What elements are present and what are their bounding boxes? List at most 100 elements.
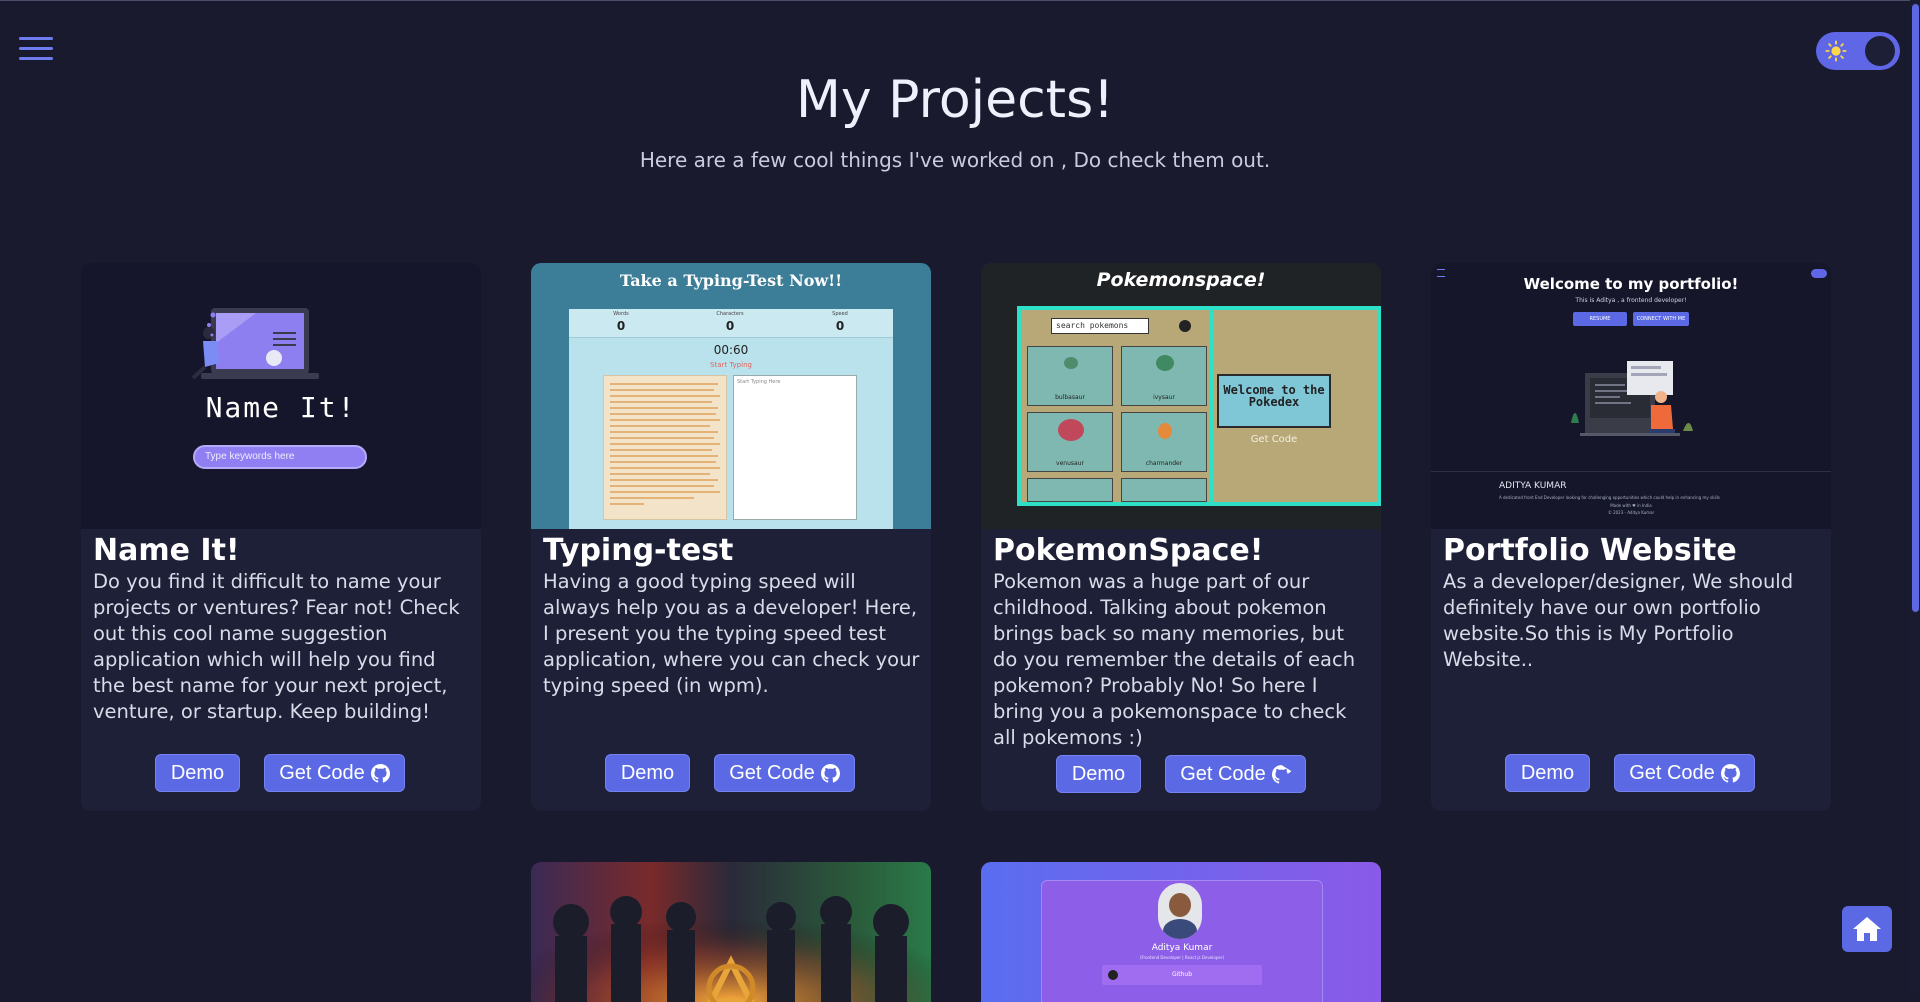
typing-sample-text xyxy=(603,375,727,520)
pokedex-welcome: Welcome to the Pokedex xyxy=(1217,374,1331,428)
get-code-button[interactable]: Get Code xyxy=(714,754,855,792)
demo-button-label: Demo xyxy=(1520,761,1575,784)
pokemon-card: bulbasaur xyxy=(1027,346,1113,406)
github-icon xyxy=(820,763,840,783)
avengers-thumbnail xyxy=(531,862,931,1002)
pokemon-sprite xyxy=(1058,419,1084,441)
typing-timer: 00:60 xyxy=(713,343,749,357)
pokemon-name: venusaur xyxy=(1056,460,1084,467)
pokemon-card: charmander xyxy=(1121,412,1207,472)
project-card-linktree[interactable]: Aditya Kumar (Frontend Developer | React… xyxy=(981,862,1381,1002)
linktree-role: (Frontend Developer | React js Developer… xyxy=(1139,955,1225,960)
sun-icon xyxy=(1825,40,1847,62)
pokedex-welcome-panel: Welcome to the Pokedex Get Code xyxy=(1213,310,1377,502)
project-card-avengers[interactable] xyxy=(531,862,931,1002)
stat-label: Characters xyxy=(716,311,744,317)
project-title: Portfolio Website xyxy=(1443,533,1737,568)
pokemon-card xyxy=(1027,478,1113,502)
thumb-footer-made: Made with ♥ in India xyxy=(1610,503,1652,508)
pokemon-name: charmander xyxy=(1145,460,1183,467)
demo-button[interactable]: Demo xyxy=(1505,754,1590,792)
github-icon xyxy=(1720,763,1740,783)
linktree-panel: Aditya Kumar (Frontend Developer | React… xyxy=(1041,880,1323,1002)
thumb-heading: Name It! xyxy=(205,391,357,424)
project-thumbnail[interactable]: Welcome to my portfolio! This is Aditya … xyxy=(1431,263,1831,529)
pokemon-card: venusaur xyxy=(1027,412,1113,472)
thumb-heading: Welcome to my portfolio! xyxy=(1523,275,1739,293)
github-icon xyxy=(370,763,390,783)
project-description: As a developer/designer, We should defin… xyxy=(1443,570,1794,671)
linktree-name: Aditya Kumar xyxy=(1151,943,1213,953)
pokemon-card: ivysaur xyxy=(1121,346,1207,406)
stat-value: 0 xyxy=(725,319,735,333)
project-card-pokemonspace: Pokemonspace! search pokemons bulbasaur … xyxy=(981,263,1381,811)
get-code-button[interactable]: Get Code xyxy=(264,754,405,792)
menu-icon[interactable] xyxy=(19,37,53,61)
project-thumbnail[interactable]: Name It! Type keywords here xyxy=(81,263,481,529)
demo-button[interactable]: Demo xyxy=(1056,755,1141,793)
project-thumbnail[interactable]: Take a Typing-Test Now!! Words 0 Charact… xyxy=(531,263,931,529)
thumb-footer-copy: © 2023 - Aditya Kumar xyxy=(1607,510,1655,515)
typing-start-text: Start Typing xyxy=(710,361,752,369)
get-code-button[interactable]: Get Code xyxy=(1165,755,1306,793)
project-thumbnail[interactable]: Pokemonspace! search pokemons bulbasaur … xyxy=(981,263,1381,529)
scrollbar-thumb[interactable] xyxy=(1912,4,1919,612)
demo-button[interactable]: Demo xyxy=(155,754,240,792)
pokemon-search: search pokemons xyxy=(1051,318,1149,334)
pokedex-frame: search pokemons bulbasaur ivysaur venusa… xyxy=(1017,306,1381,506)
thumb-footer-name: ADITYA KUMAR xyxy=(1499,481,1567,491)
github-icon xyxy=(1108,970,1118,980)
toggle-knob xyxy=(1865,36,1895,66)
sample-text-lines xyxy=(610,383,720,505)
project-title: PokemonSpace! xyxy=(993,533,1264,568)
get-code-button-label: Get Code xyxy=(1180,762,1266,785)
pokemon-name: bulbasaur xyxy=(1055,394,1085,401)
project-title: Typing-test xyxy=(543,533,734,568)
thumb-resume-button: RESUME xyxy=(1573,312,1627,326)
pokedex-grid: search pokemons bulbasaur ivysaur venusa… xyxy=(1021,310,1209,502)
github-icon xyxy=(1179,320,1191,332)
linktree-github-link: Github xyxy=(1102,965,1262,985)
typing-panel: Words 0 Characters 0 Speed 0 00:60 Start… xyxy=(569,309,893,529)
project-card-name-it: Name It! Type keywords here Name It! Do … xyxy=(81,263,481,811)
typing-textarea: Start Typing Here xyxy=(733,375,857,520)
get-code-button-label: Get Code xyxy=(729,761,815,784)
stat-label: Words xyxy=(613,311,629,317)
pokedex-get-code: Get Code xyxy=(1250,434,1298,445)
pokemon-sprite xyxy=(1064,357,1078,369)
github-icon xyxy=(1271,764,1291,784)
project-card-portfolio: Welcome to my portfolio! This is Aditya … xyxy=(1431,263,1831,811)
project-description: Pokemon was a huge part of our childhood… xyxy=(993,570,1356,749)
pokemon-sprite xyxy=(1158,423,1172,439)
thumb-heading: Take a Typing-Test Now!! xyxy=(619,271,843,290)
get-code-button-label: Get Code xyxy=(1629,761,1715,784)
page-title: My Projects! xyxy=(795,70,1115,130)
demo-button[interactable]: Demo xyxy=(605,754,690,792)
project-title: Name It! xyxy=(93,533,240,568)
stat-value: 0 xyxy=(835,319,845,333)
thumb-divider xyxy=(1431,471,1831,472)
demo-button-label: Demo xyxy=(170,761,225,784)
thumb-footer-text: A dedicated front End Developer looking … xyxy=(1499,495,1720,500)
project-description: Do you find it difficult to name your pr… xyxy=(93,570,460,723)
home-button[interactable] xyxy=(1842,906,1892,952)
avatar xyxy=(1158,883,1202,939)
top-border xyxy=(0,0,1920,1)
thumb-tagline: This is Aditya , a frontend developer! xyxy=(1575,297,1687,304)
page-subtitle: Here are a few cool things I've worked o… xyxy=(639,148,1271,172)
typing-stats: Words 0 Characters 0 Speed 0 xyxy=(569,309,893,338)
demo-button-label: Demo xyxy=(1071,762,1126,785)
home-icon xyxy=(1853,917,1881,941)
get-code-button[interactable]: Get Code xyxy=(1614,754,1755,792)
stat-value: 0 xyxy=(616,319,626,333)
pokemon-sprite xyxy=(1156,355,1174,371)
scrollbar[interactable] xyxy=(1910,0,1920,992)
pokemon-card xyxy=(1121,478,1207,502)
theme-toggle[interactable] xyxy=(1816,32,1900,70)
stat-label: Speed xyxy=(832,311,848,317)
thumb-connect-button: CONNECT WITH ME xyxy=(1633,312,1689,326)
project-card-typing-test: Take a Typing-Test Now!! Words 0 Charact… xyxy=(531,263,931,811)
thumb-heading: Pokemonspace! xyxy=(1096,269,1266,291)
pokemon-name: ivysaur xyxy=(1153,394,1175,401)
thumb-keyword-input: Type keywords here xyxy=(193,445,367,469)
